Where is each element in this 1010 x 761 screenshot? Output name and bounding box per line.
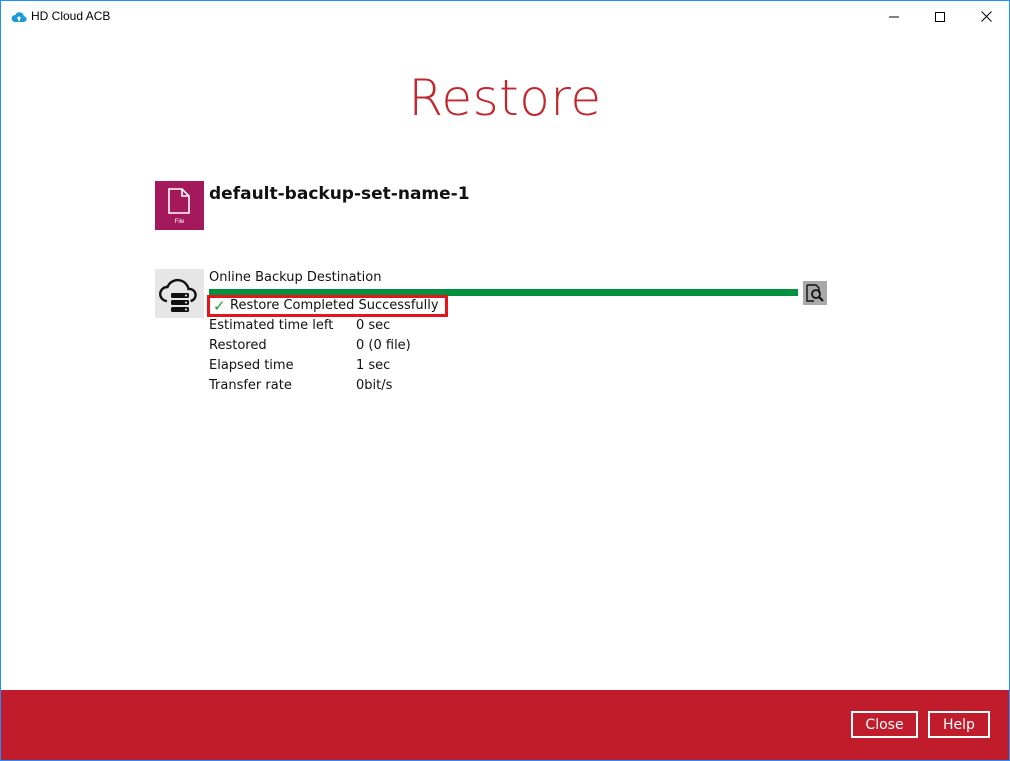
stat-label-transfer-rate: Transfer rate bbox=[209, 378, 292, 393]
close-button[interactable]: Close bbox=[851, 711, 918, 738]
restore-status: Restore Completed Successfully bbox=[230, 298, 439, 313]
page-title: Restore bbox=[408, 69, 602, 127]
stat-label-estimated-time: Estimated time left bbox=[209, 318, 334, 333]
stat-value-estimated-time: 0 sec bbox=[356, 318, 391, 333]
minimize-button[interactable] bbox=[871, 1, 917, 32]
stat-value-restored: 0 (0 file) bbox=[356, 338, 411, 353]
app-window: HD Cloud ACB Restore File default-backup… bbox=[0, 0, 1010, 761]
minimize-icon bbox=[889, 12, 899, 22]
title-bar[interactable]: HD Cloud ACB bbox=[1, 1, 1009, 32]
close-window-button[interactable] bbox=[963, 1, 1009, 32]
window-title: HD Cloud ACB bbox=[31, 9, 111, 23]
check-icon: ✓ bbox=[213, 297, 226, 315]
destination-tile bbox=[155, 269, 204, 318]
help-button[interactable]: Help bbox=[928, 711, 990, 738]
close-icon bbox=[980, 11, 992, 22]
view-log-button[interactable] bbox=[803, 281, 827, 305]
stat-label-elapsed-time: Elapsed time bbox=[209, 358, 294, 373]
stat-value-transfer-rate: 0bit/s bbox=[356, 378, 393, 393]
stat-value-elapsed-time: 1 sec bbox=[356, 358, 391, 373]
destination-title: Online Backup Destination bbox=[209, 270, 382, 285]
maximize-icon bbox=[935, 11, 945, 22]
stat-label-restored: Restored bbox=[209, 338, 267, 353]
footer-bar: Close Help bbox=[1, 690, 1009, 760]
backup-set-name: default-backup-set-name-1 bbox=[209, 184, 470, 204]
maximize-button[interactable] bbox=[917, 1, 963, 32]
backup-set-file-tile: File bbox=[155, 181, 204, 230]
cloud-app-icon bbox=[11, 9, 27, 23]
file-tile-label: File bbox=[174, 219, 185, 225]
